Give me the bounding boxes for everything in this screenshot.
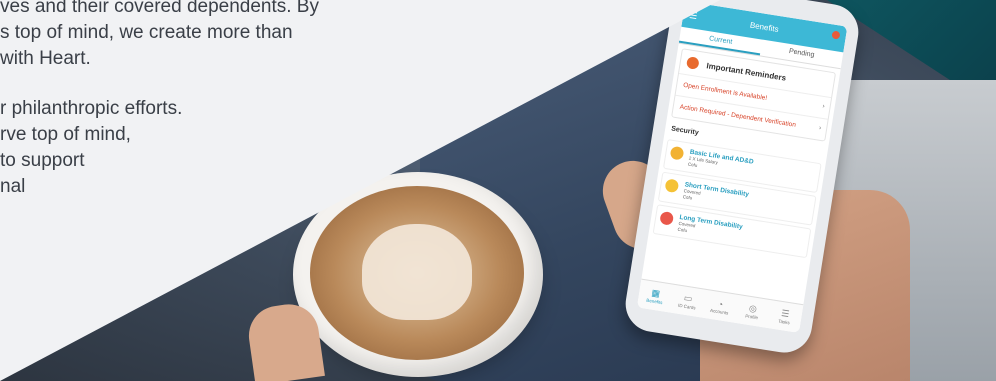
- calendar-icon: [659, 210, 675, 226]
- phone-screen: ☰ Benefits Current Pending Important Rem…: [636, 1, 848, 333]
- copy-line: s top of mind, we create more than: [0, 22, 293, 43]
- nav-accounts[interactable]: ◔ Accounts: [702, 290, 739, 323]
- app-title: Benefits: [749, 20, 780, 34]
- nav-id-cards[interactable]: ▭ ID Cards: [669, 285, 706, 318]
- nav-profile[interactable]: ◎ Profile: [734, 295, 771, 328]
- nav-label: Accounts: [709, 307, 729, 316]
- copy-line: rve top of mind,: [0, 124, 131, 145]
- nav-label: Tasks: [777, 318, 791, 326]
- nav-label: Benefits: [646, 297, 663, 306]
- nav-label: ID Cards: [677, 302, 697, 311]
- bottom-nav: ▦ Benefits ▭ ID Cards ◔ Accounts ◎ Profi…: [636, 278, 804, 333]
- copy-line: with Heart.: [0, 48, 91, 69]
- alarm-clock-icon: [685, 56, 700, 70]
- notification-icon[interactable]: [831, 30, 841, 40]
- chevron-right-icon: ›: [818, 124, 822, 132]
- chevron-right-icon: ›: [821, 102, 826, 111]
- disability-icon: [664, 178, 680, 194]
- copy-line: r philanthropic efforts.: [0, 98, 183, 119]
- nav-benefits[interactable]: ▦ Benefits: [637, 280, 674, 313]
- latte-art-heart: [362, 224, 472, 320]
- nav-label: Profile: [744, 313, 759, 321]
- life-insurance-icon: [669, 145, 685, 161]
- hero-scene: ☰ Benefits Current Pending Important Rem…: [0, 0, 996, 381]
- copy-line: ves and their covered dependents. By: [0, 0, 319, 17]
- nav-tasks[interactable]: ☰ Tasks: [766, 300, 803, 333]
